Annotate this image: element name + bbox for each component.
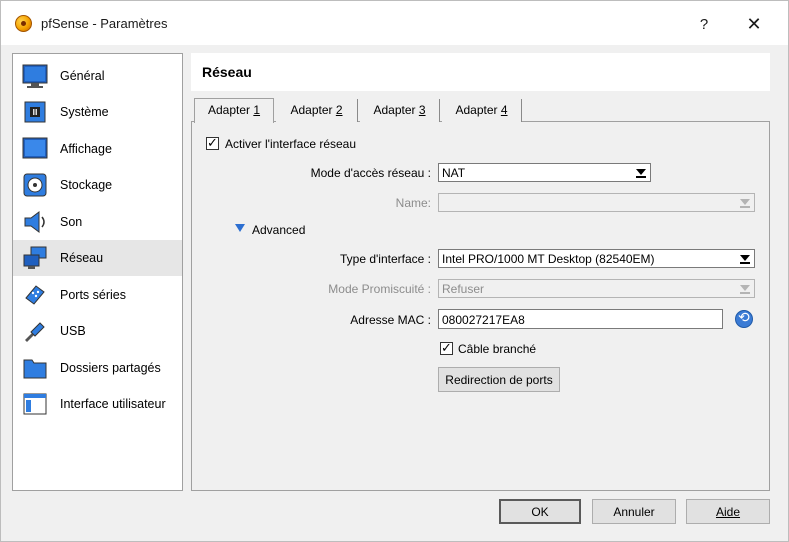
tab-number: 4: [500, 103, 508, 117]
page-title: Réseau: [202, 64, 252, 80]
attachment-mode-select[interactable]: NAT: [438, 163, 651, 182]
sidebar-item-label: Système: [60, 105, 109, 119]
help-button[interactable]: Aide: [686, 499, 770, 524]
adapter-type-select[interactable]: Intel PRO/1000 MT Desktop (82540EM): [438, 249, 755, 268]
title-bar: pfSense - Paramètres ? ✕: [1, 1, 788, 45]
tab-label: Adapter: [290, 103, 336, 117]
port-forwarding-button[interactable]: Redirection de ports: [438, 367, 560, 392]
adapter-type-label: Type d'interface :: [339, 252, 431, 266]
tab-number: 3: [418, 103, 426, 117]
tab-adapter-3[interactable]: Adapter 3: [360, 99, 440, 122]
expand-triangle-icon[interactable]: [235, 224, 245, 232]
sidebar-item-label: Réseau: [60, 251, 104, 265]
sidebar-item-serial-ports[interactable]: Ports séries: [13, 277, 182, 313]
window-icon: [23, 393, 47, 415]
sidebar-item-shared-folders[interactable]: Dossiers partagés: [13, 350, 182, 386]
section-header: Réseau: [191, 53, 770, 91]
sidebar-item-audio[interactable]: Son: [13, 204, 182, 240]
tab-label: Adapter: [455, 103, 501, 117]
promiscuous-mode-value: Refuser: [442, 282, 485, 296]
cancel-button[interactable]: Annuler: [592, 499, 676, 524]
sidebar-item-usb[interactable]: USB: [13, 313, 182, 349]
sidebar-item-label: Son: [60, 215, 83, 229]
chevron-down-icon: [740, 282, 750, 294]
mac-address-input[interactable]: 080027217EA8: [438, 309, 723, 329]
name-label: Name:: [395, 196, 431, 210]
advanced-toggle[interactable]: Advanced: [252, 223, 305, 237]
adapter-type-value: Intel PRO/1000 MT Desktop (82540EM): [442, 252, 655, 266]
network-icon: [23, 246, 47, 269]
tab-adapter-2[interactable]: Adapter 2: [276, 99, 358, 122]
help-button-label: Aide: [715, 505, 741, 519]
virtualbox-app-icon: [15, 15, 32, 32]
promiscuous-mode-label: Mode Promiscuité :: [328, 282, 431, 296]
folder-icon: [23, 359, 47, 379]
window-title: pfSense - Paramètres: [41, 16, 168, 31]
cable-connected-label: Câble branché: [458, 342, 537, 356]
chevron-down-icon: [636, 166, 646, 178]
disk-icon: [23, 173, 47, 197]
cable-connected-checkbox[interactable]: [440, 340, 453, 356]
settings-sidebar: Général Système Affichage Stockage Son R…: [12, 53, 183, 491]
sidebar-item-storage[interactable]: Stockage: [13, 167, 182, 203]
serial-port-icon: [25, 285, 45, 305]
attachment-mode-value: NAT: [442, 166, 466, 180]
sidebar-item-label: Dossiers partagés: [60, 361, 161, 375]
tab-label: Adapter: [207, 103, 254, 117]
monitor-icon: [22, 64, 48, 88]
speaker-icon: [24, 211, 45, 233]
chip-icon: [24, 101, 46, 123]
sidebar-item-label: Ports séries: [60, 288, 126, 302]
tab-number: 1: [253, 103, 261, 117]
sidebar-item-label: Affichage: [60, 142, 112, 156]
mac-address-label: Adresse MAC :: [350, 313, 431, 327]
chevron-down-icon: [740, 252, 750, 264]
display-icon: [22, 137, 48, 159]
enable-adapter-label: Activer l'interface réseau: [225, 137, 357, 151]
name-select[interactable]: [438, 193, 755, 212]
tab-adapter-1[interactable]: Adapter 1: [194, 98, 274, 123]
sidebar-item-label: Interface utilisateur: [60, 397, 166, 411]
settings-dialog: pfSense - Paramètres ? ✕ Général Système: [0, 0, 789, 542]
help-icon[interactable]: ?: [681, 9, 727, 39]
ok-button[interactable]: OK: [499, 499, 581, 524]
tab-adapter-4[interactable]: Adapter 4: [442, 99, 522, 122]
refresh-mac-icon[interactable]: [735, 309, 753, 328]
sidebar-item-network[interactable]: Réseau: [13, 240, 182, 276]
chevron-down-icon: [740, 196, 750, 208]
sidebar-item-label: USB: [60, 324, 86, 338]
tab-label: Adapter: [373, 103, 419, 117]
sidebar-item-system[interactable]: Système: [13, 94, 182, 130]
tab-number: 2: [335, 103, 343, 117]
usb-icon: [25, 322, 45, 342]
sidebar-item-label: Général: [60, 69, 105, 83]
sidebar-item-label: Stockage: [60, 178, 113, 192]
sidebar-item-user-interface[interactable]: Interface utilisateur: [13, 386, 182, 422]
attachment-mode-label: Mode d'accès réseau :: [310, 166, 431, 180]
sidebar-item-general[interactable]: Général: [13, 58, 182, 94]
promiscuous-mode-select[interactable]: Refuser: [438, 279, 755, 298]
close-icon[interactable]: ✕: [731, 9, 777, 39]
enable-adapter-checkbox[interactable]: [206, 135, 219, 151]
sidebar-item-display[interactable]: Affichage: [13, 131, 182, 167]
